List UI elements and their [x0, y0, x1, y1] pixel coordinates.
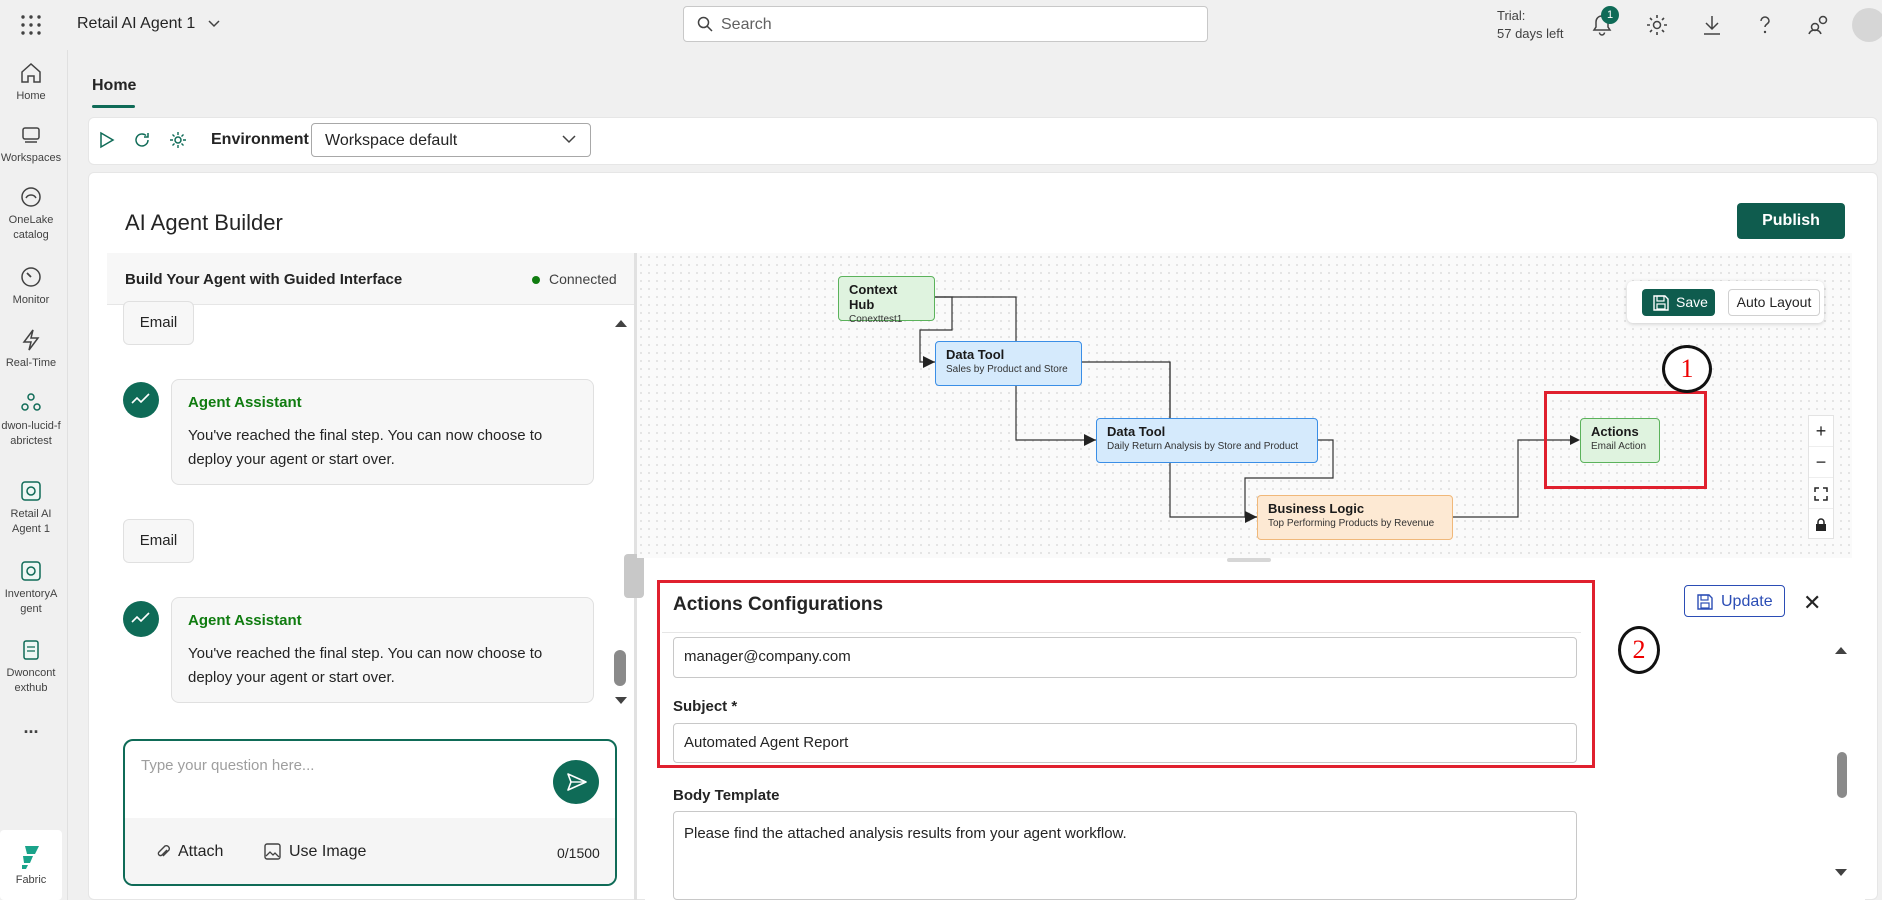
zoom-controls: + −	[1808, 415, 1834, 539]
config-scroll-up-icon[interactable]	[1834, 645, 1848, 655]
zoom-in-button[interactable]: +	[1809, 416, 1833, 447]
node-subtitle: Sales by Product and Store	[946, 364, 1068, 375]
lock-canvas-button[interactable]	[1809, 509, 1833, 540]
node-title: Data Tool	[946, 347, 1005, 362]
save-icon	[1653, 295, 1669, 311]
config-scroll-down-icon[interactable]	[1834, 868, 1848, 878]
node-subtitle: Daily Return Analysis by Store and Produ…	[1107, 441, 1299, 452]
body-template-label: Body Template	[673, 787, 780, 804]
close-config-button[interactable]: ✕	[1803, 590, 1821, 616]
annotation-highlight-box-2	[657, 580, 1595, 768]
save-label: Save	[1676, 294, 1708, 310]
update-button[interactable]: Update	[1684, 585, 1785, 617]
body-template-field[interactable]: Please find the attached analysis result…	[673, 811, 1577, 900]
flow-node-data-tool-returns[interactable]: Data Tool Daily Return Analysis by Store…	[1096, 418, 1318, 463]
annotation-highlight-box-1	[1544, 391, 1707, 489]
auto-layout-button[interactable]: Auto Layout	[1728, 289, 1820, 316]
node-subtitle: Top Performing Products by Revenue	[1268, 518, 1435, 529]
save-icon	[1697, 594, 1713, 610]
flow-node-data-tool-sales[interactable]: Data Tool Sales by Product and Store	[935, 341, 1082, 386]
fit-view-button[interactable]	[1809, 478, 1833, 509]
lock-icon	[1816, 518, 1826, 532]
annotation-marker-1: 1	[1662, 345, 1712, 393]
node-title: Context Hub	[849, 282, 898, 312]
zoom-out-button[interactable]: −	[1809, 447, 1833, 478]
fit-view-icon	[1814, 487, 1828, 501]
update-label: Update	[1721, 593, 1773, 610]
node-title: Data Tool	[1107, 424, 1166, 439]
node-subtitle: Conexttest1	[849, 314, 903, 325]
canvas-splitter-handle[interactable]	[1227, 558, 1271, 562]
flow-node-business-logic[interactable]: Business Logic Top Performing Products b…	[1257, 495, 1453, 540]
node-title: Business Logic	[1268, 501, 1365, 516]
annotation-marker-2: 2	[1618, 626, 1660, 674]
save-button[interactable]: Save	[1642, 289, 1715, 316]
config-scrollbar-thumb[interactable]	[1837, 752, 1847, 798]
flow-node-context-hub[interactable]: Context Hub Conexttest1	[838, 276, 935, 325]
